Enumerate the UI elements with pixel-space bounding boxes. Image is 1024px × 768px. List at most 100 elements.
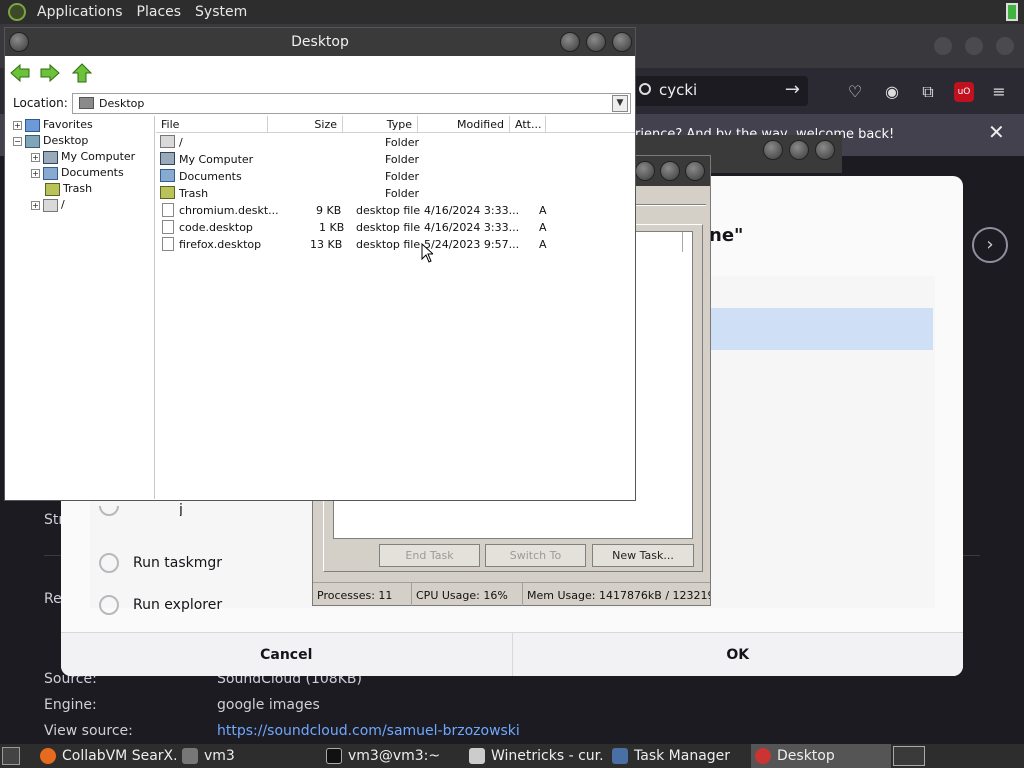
explorer-window: Desktop Location: Desktop ▼ + Favorites −…: [4, 27, 636, 501]
task-vm3-folder[interactable]: vm3: [178, 744, 318, 768]
file-icon: [162, 220, 174, 234]
applications-logo-icon[interactable]: [8, 3, 26, 21]
tree-item-trash[interactable]: Trash: [45, 181, 92, 197]
tree-item-root[interactable]: + /: [31, 197, 65, 213]
list-header-edge: [682, 232, 692, 252]
column-type[interactable]: Type: [343, 116, 418, 133]
trash-icon: [160, 186, 175, 199]
drive-icon: [43, 198, 58, 212]
expander-icon[interactable]: +: [31, 152, 40, 162]
modal-heading: ne": [709, 225, 744, 246]
go-arrow-icon[interactable]: →: [785, 79, 800, 100]
chevron-down-icon[interactable]: ▼: [612, 95, 628, 112]
option-run-taskmgr[interactable]: Run taskmgr: [99, 553, 222, 573]
file-modified: 4/16/2024 3:33...: [424, 221, 520, 234]
status-processes: Processes: 11: [313, 583, 412, 606]
ok-button[interactable]: OK: [511, 633, 964, 676]
switch-to-button[interactable]: Switch To: [485, 544, 586, 567]
file-name: code.desktop: [179, 221, 253, 234]
task-desktop[interactable]: Desktop: [751, 744, 891, 768]
column-file[interactable]: File: [156, 116, 268, 133]
maximize-icon[interactable]: [586, 32, 606, 52]
tree-item-desktop[interactable]: − Desktop: [13, 133, 88, 149]
location-bar: Location: Desktop ▼: [5, 92, 635, 116]
file-row-trash[interactable]: Trash Folder: [156, 185, 635, 202]
option-run-explorer[interactable]: Run explorer: [99, 595, 222, 615]
folder-tree: + Favorites − Desktop + My Computer + Docume…: [7, 116, 155, 499]
task-collabvm-searx[interactable]: CollabVM SearX...: [36, 744, 176, 768]
up-arrow-icon[interactable]: [72, 63, 92, 83]
next-chevron-icon[interactable]: ›: [972, 227, 1008, 263]
radio-circle[interactable]: [99, 553, 119, 573]
file-row-code[interactable]: code.desktop 1 KB desktop file 4/16/2024…: [156, 219, 635, 236]
file-name: Trash: [179, 187, 209, 200]
menu-system[interactable]: System: [188, 0, 254, 24]
task-task-manager[interactable]: Task Manager: [608, 744, 748, 768]
file-attr: A: [539, 221, 547, 234]
file-attr: A: [539, 204, 547, 217]
extensions-icon[interactable]: ⧉: [918, 82, 938, 102]
battery-icon[interactable]: [1006, 3, 1018, 21]
tree-item-documents[interactable]: + Documents: [31, 165, 124, 181]
file-type: Folder: [385, 187, 419, 200]
new-task-button[interactable]: New Task...: [592, 544, 694, 567]
expander-icon[interactable]: −: [13, 136, 22, 146]
tree-label: Favorites: [43, 118, 93, 131]
menu-applications[interactable]: Applications: [30, 0, 130, 24]
show-desktop-icon[interactable]: [2, 747, 20, 765]
back-arrow-icon[interactable]: [10, 63, 30, 83]
menu-places[interactable]: Places: [130, 0, 189, 24]
maximize-icon[interactable]: [660, 161, 680, 181]
file-type: desktop file: [356, 238, 421, 251]
close-icon[interactable]: [815, 140, 835, 160]
side-label-re: Re: [44, 591, 62, 607]
task-winetricks[interactable]: Winetricks - cur...: [465, 744, 605, 768]
ublock-icon[interactable]: uO: [954, 82, 974, 102]
expander-icon[interactable]: +: [31, 168, 40, 178]
tree-item-favorites[interactable]: + Favorites: [13, 117, 93, 133]
maximize-icon[interactable]: [965, 37, 983, 55]
hamburger-menu-icon[interactable]: ≡: [989, 82, 1009, 102]
minimize-icon[interactable]: [934, 37, 952, 55]
end-task-button[interactable]: End Task: [379, 544, 480, 567]
search-input[interactable]: cycki →: [630, 76, 808, 106]
cancel-button[interactable]: Cancel: [61, 633, 512, 676]
view-source-link[interactable]: https://soundcloud.com/samuel-brzozowski: [217, 723, 520, 739]
wine-glass-icon: [755, 748, 771, 764]
file-row-root[interactable]: / Folder: [156, 134, 635, 151]
minimize-icon[interactable]: [763, 140, 783, 160]
minimize-icon[interactable]: [560, 32, 580, 52]
pocket-icon[interactable]: ♡: [845, 82, 865, 102]
file-row-my-computer[interactable]: My Computer Folder: [156, 151, 635, 168]
maximize-icon[interactable]: [789, 140, 809, 160]
expander-icon[interactable]: +: [13, 120, 22, 130]
account-icon[interactable]: ◉: [882, 82, 902, 102]
column-attributes[interactable]: Att...: [510, 116, 546, 133]
window-menu-icon[interactable]: [9, 32, 29, 52]
banner-close-icon[interactable]: ✕: [988, 120, 1005, 144]
close-icon[interactable]: [612, 32, 632, 52]
close-icon[interactable]: [996, 37, 1014, 55]
file-attr: A: [539, 238, 547, 251]
terminal-icon: [326, 748, 342, 764]
radio-circle[interactable]: [99, 595, 119, 615]
task-terminal[interactable]: vm3@vm3:~: [322, 744, 462, 768]
explorer-titlebar: Desktop: [5, 28, 635, 56]
selected-row[interactable]: [706, 308, 933, 350]
expander-icon[interactable]: +: [31, 200, 40, 210]
location-combobox[interactable]: Desktop ▼: [72, 93, 631, 114]
file-row-chromium[interactable]: chromium.deskt... 9 KB desktop file 4/16…: [156, 202, 635, 219]
taskbar: CollabVM SearX... vm3 vm3@vm3:~ Winetric…: [0, 744, 1024, 768]
workspace-switcher-icon[interactable]: [893, 746, 925, 766]
search-icon: [639, 83, 651, 95]
window-title: Desktop: [291, 34, 349, 50]
column-modified[interactable]: Modified: [418, 116, 510, 133]
forward-arrow-icon[interactable]: [40, 63, 60, 83]
file-row-documents[interactable]: Documents Folder: [156, 168, 635, 185]
minimize-icon[interactable]: [635, 161, 655, 181]
column-size[interactable]: Size: [268, 116, 343, 133]
file-name: chromium.deskt...: [179, 204, 279, 217]
file-row-firefox[interactable]: firefox.desktop 13 KB desktop file 5/24/…: [156, 236, 635, 253]
close-icon[interactable]: [685, 161, 705, 181]
tree-item-my-computer[interactable]: + My Computer: [31, 149, 135, 165]
